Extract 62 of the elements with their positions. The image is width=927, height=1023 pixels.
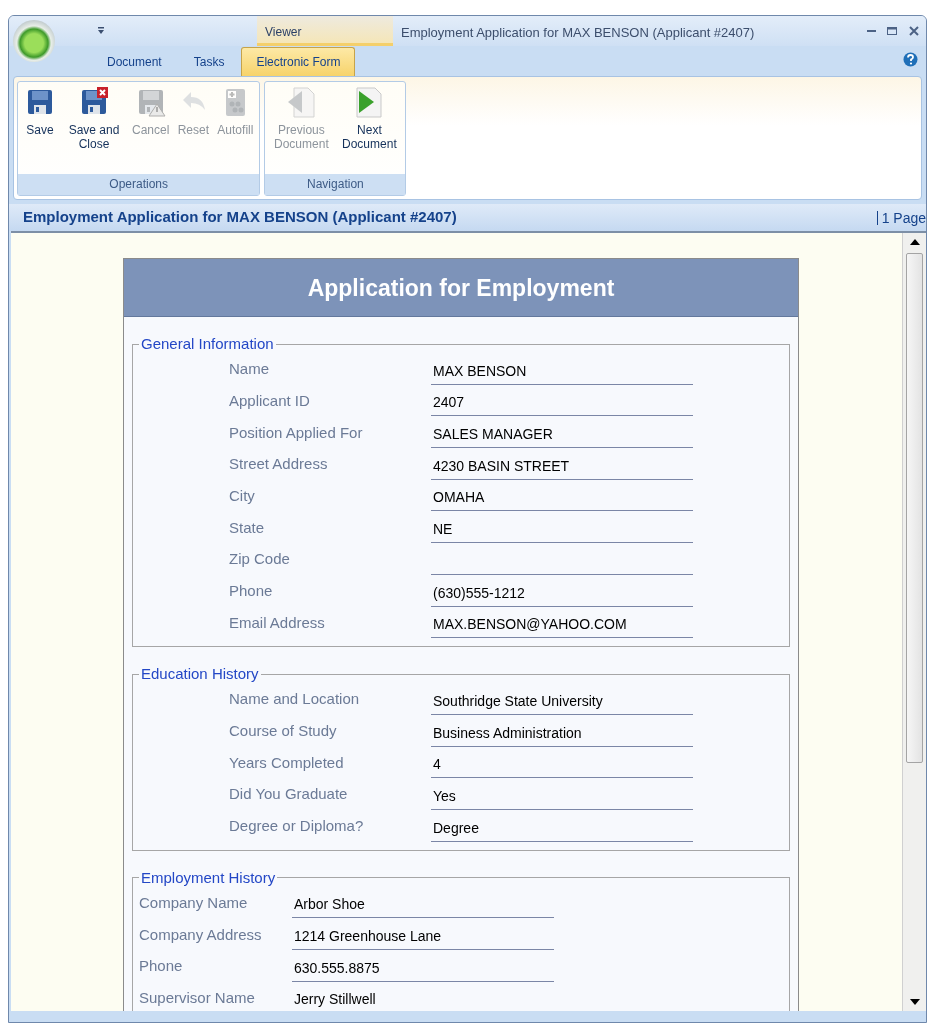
group-label: Operations xyxy=(18,174,260,195)
field-label: Course of Study xyxy=(229,721,338,742)
contextual-tab-label: Viewer xyxy=(257,16,393,46)
document-title: Employment Application for MAX BENSON (Applicant #2407) xyxy=(23,207,457,228)
input-field[interactable]: NE xyxy=(431,517,693,544)
input-field[interactable]: 630.555.8875 xyxy=(292,955,554,982)
field-label: Name xyxy=(229,359,270,380)
field-label: Did You Graduate xyxy=(229,784,349,805)
input-field[interactable]: Jerry Stillwell xyxy=(292,987,554,1011)
scroll-up-icon[interactable] xyxy=(909,239,920,245)
ribbon-tab[interactable]: Document xyxy=(92,47,177,76)
input-field[interactable]: MAX.BENSON@YAHOO.COM xyxy=(431,612,693,639)
field-label: Position Applied For xyxy=(229,422,364,443)
help-button[interactable] xyxy=(903,52,918,67)
input-field[interactable]: MAX BENSON xyxy=(431,358,693,385)
field-label: Name and Location xyxy=(229,689,361,710)
maximize-icon xyxy=(886,25,898,37)
field-label: Applicant ID xyxy=(229,390,311,411)
help-icon xyxy=(903,52,918,67)
input-field[interactable]: Degree xyxy=(431,815,693,842)
ribbon-tab[interactable]: Electronic Form xyxy=(241,47,356,76)
maximize-button[interactable] xyxy=(886,25,898,37)
dropdown-icon[interactable] xyxy=(97,27,105,35)
minimize-icon xyxy=(867,30,876,32)
close-icon xyxy=(908,25,920,37)
ribbon-button[interactable]: Save and Close xyxy=(60,86,128,151)
window-title: Employment Application for MAX BENSON (Applicant #2407) xyxy=(400,24,756,42)
input-field[interactable]: Business Administration xyxy=(431,720,693,747)
form-title: Application for Employment xyxy=(124,259,798,317)
group-label: Navigation xyxy=(265,174,406,195)
input-field[interactable]: SALES MANAGER xyxy=(431,422,693,449)
field-label: City xyxy=(229,485,256,506)
input-field[interactable]: 1214 Greenhouse Lane xyxy=(292,924,554,950)
input-field[interactable]: OMAHA xyxy=(431,485,693,512)
input-field[interactable]: Yes xyxy=(431,783,693,810)
field-label: Company Name xyxy=(139,892,249,913)
field-label: State xyxy=(229,517,266,538)
section-title: Education History xyxy=(139,665,261,684)
input-field[interactable]: 4 xyxy=(431,752,693,779)
input-field[interactable]: (630)555-1212 xyxy=(431,580,693,607)
scrollbar[interactable] xyxy=(902,233,926,1011)
input-field[interactable]: Southridge State University xyxy=(431,688,693,715)
field-label: Phone xyxy=(139,956,184,977)
application-menu-button[interactable] xyxy=(13,20,55,62)
field-label: Degree or Diploma? xyxy=(229,816,365,837)
field-label: Years Completed xyxy=(229,752,345,773)
field-label: Supervisor Name xyxy=(139,987,256,1008)
close-button[interactable] xyxy=(908,25,920,37)
input-field[interactable]: 2407 xyxy=(431,390,693,417)
scroll-down-icon[interactable] xyxy=(909,999,920,1005)
scrollbar-thumb[interactable] xyxy=(906,253,923,763)
field-label: Street Address xyxy=(229,454,329,475)
field-label: Email Address xyxy=(229,612,326,633)
ribbon-tab[interactable]: Tasks xyxy=(178,47,240,76)
ribbon-button[interactable]: Next Document xyxy=(335,86,404,151)
ribbon-button[interactable]: Save xyxy=(20,86,60,137)
input-field[interactable]: Arbor Shoe xyxy=(292,892,554,919)
field-label: Company Address xyxy=(139,924,263,945)
field-label: Phone xyxy=(229,581,274,601)
field-label: Zip Code xyxy=(229,549,291,570)
page-count: 1 Page xyxy=(876,210,926,225)
input-field[interactable]: 4230 BASIN STREET xyxy=(431,453,693,480)
